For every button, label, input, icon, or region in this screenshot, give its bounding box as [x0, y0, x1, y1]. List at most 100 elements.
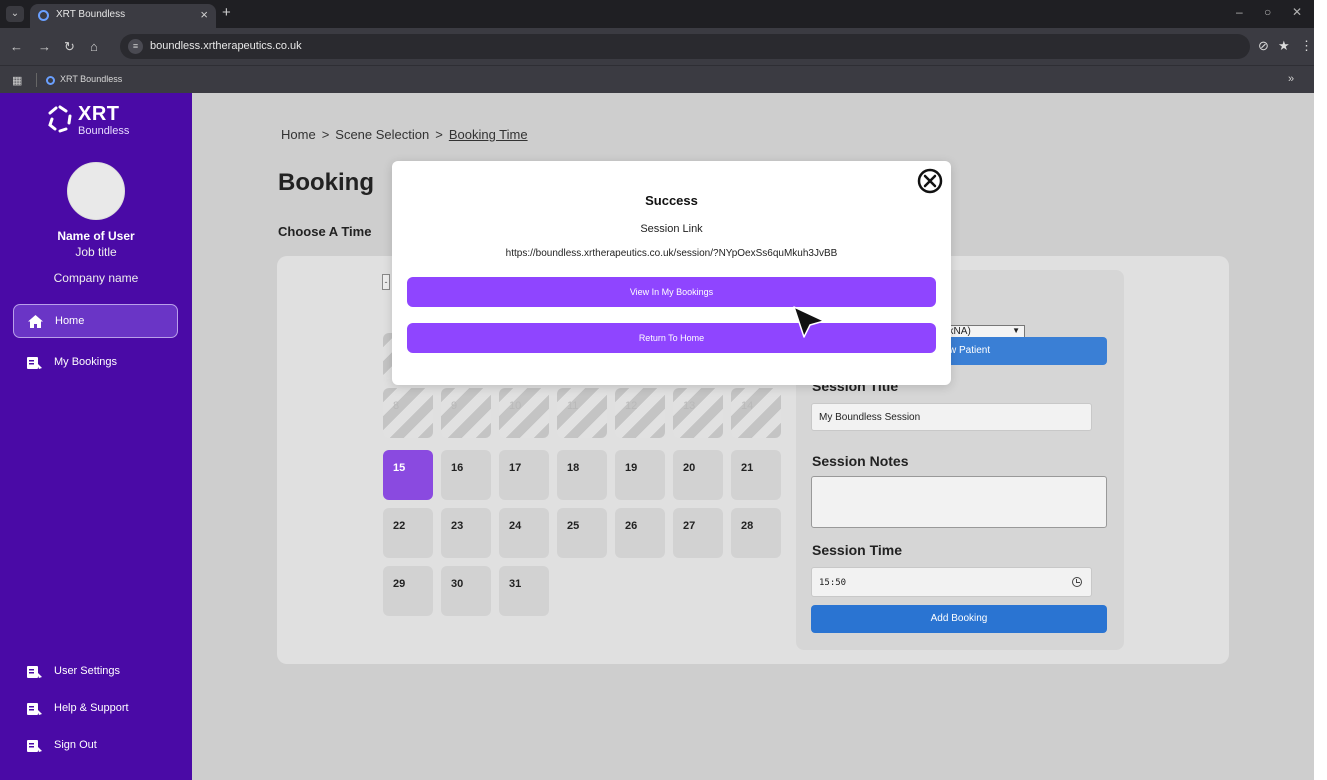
screen: ⌄ XRT Boundless × + – ○ ✕ ← → ↻ ⌂ ≡ boun…: [0, 0, 1327, 780]
view-in-my-bookings-label: View In My Bookings: [629, 287, 714, 297]
calendar-day[interactable]: 25: [557, 508, 607, 558]
new-tab-button[interactable]: +: [222, 4, 231, 21]
calendar-day: 13: [673, 388, 723, 438]
bookmark-star-icon[interactable]: ★: [1278, 38, 1290, 54]
sidebar-item-sign-out[interactable]: Sign Out: [13, 729, 178, 763]
month-selector[interactable]: -: [382, 274, 390, 290]
bookmarks-bar: ▦ XRT Boundless »: [0, 65, 1314, 93]
chevron-down-icon: ▼: [1012, 326, 1020, 335]
session-link-label: Session Link: [640, 223, 703, 235]
maximize-icon[interactable]: ○: [1264, 5, 1271, 19]
calendar-day[interactable]: 27: [673, 508, 723, 558]
session-title-input[interactable]: My Boundless Session: [811, 403, 1092, 431]
calendar-day[interactable]: 24: [499, 508, 549, 558]
calendar-day[interactable]: 29: [383, 566, 433, 616]
tab-close-icon[interactable]: ×: [200, 7, 208, 22]
add-booking-button[interactable]: Add Booking: [811, 605, 1107, 633]
tracking-eye-icon[interactable]: ⊘: [1258, 38, 1269, 54]
forward-icon[interactable]: →: [38, 39, 51, 54]
tab-title: XRT Boundless: [56, 9, 126, 20]
sidebar: XRT Boundless Name of User Job title Com…: [0, 93, 192, 780]
home-page-icon[interactable]: ⌂: [90, 39, 98, 54]
user-name: Name of User: [57, 229, 135, 243]
breadcrumb-scene-selection[interactable]: Scene Selection: [335, 127, 429, 142]
choose-time-heading: Choose A Time: [278, 224, 372, 239]
sidebar-item-label: Sign Out: [54, 739, 97, 751]
sidebar-item-label: User Settings: [54, 665, 121, 677]
bookmark-xrt[interactable]: XRT Boundless: [60, 74, 122, 84]
calendar-day: 10: [499, 388, 549, 438]
view-in-my-bookings-button[interactable]: View In My Bookings: [407, 277, 936, 307]
calendar-day[interactable]: 16: [441, 450, 491, 500]
sidebar-item-label: My Bookings: [54, 356, 117, 368]
session-notes-textarea[interactable]: [811, 476, 1107, 528]
calendar-day[interactable]: 22: [383, 508, 433, 558]
clock-icon[interactable]: [1072, 577, 1082, 587]
user-company: Company name: [53, 271, 139, 285]
calendar-day[interactable]: 30: [441, 566, 491, 616]
sidebar-item-home[interactable]: Home: [13, 304, 178, 338]
browser-tab[interactable]: XRT Boundless ×: [30, 4, 216, 28]
return-to-home-label: Return To Home: [638, 333, 705, 343]
sidebar-item-label: Home: [55, 315, 85, 327]
mouse-cursor-icon: [793, 306, 825, 338]
calendar-day-selected[interactable]: 15: [383, 450, 433, 500]
window-close-icon[interactable]: ✕: [1292, 5, 1302, 19]
session-time-input[interactable]: 15:50: [811, 567, 1092, 597]
bookmarks-more-icon[interactable]: »: [1288, 73, 1294, 85]
calendar-day[interactable]: 31: [499, 566, 549, 616]
calendar-day[interactable]: 17: [499, 450, 549, 500]
sidebar-item-user-settings[interactable]: User Settings: [13, 655, 178, 689]
apps-grid-icon[interactable]: ▦: [12, 74, 22, 87]
return-to-home-button[interactable]: Return To Home: [407, 323, 936, 353]
minimize-icon[interactable]: –: [1236, 5, 1243, 19]
breadcrumb-separator: >: [321, 127, 330, 142]
logo-text: XRT: [78, 103, 120, 125]
session-link-url[interactable]: https://boundless.xrtherapeutics.co.uk/s…: [392, 248, 951, 259]
calendar-day[interactable]: 18: [557, 450, 607, 500]
sidebar-item-help-support[interactable]: Help & Support: [13, 692, 178, 726]
new-patient-label: w Patient: [949, 345, 991, 356]
bookmark-favicon-icon: [46, 76, 55, 85]
breadcrumb-home[interactable]: Home: [281, 127, 316, 142]
window-edge: [1314, 0, 1327, 780]
site-info-icon[interactable]: ≡: [128, 39, 143, 54]
calendar-day[interactable]: 28: [731, 508, 781, 558]
sign-out-icon: [27, 740, 42, 752]
logo-subtext: Boundless: [78, 125, 130, 137]
session-notes-label: Session Notes: [812, 453, 909, 469]
calendar-day[interactable]: 23: [441, 508, 491, 558]
url-text: boundless.xrtherapeutics.co.uk: [150, 40, 302, 52]
breadcrumb: Home > Scene Selection > Booking Time: [281, 127, 528, 142]
home-icon: [28, 315, 43, 328]
session-time-value: 15:50: [819, 578, 847, 588]
calendar-day[interactable]: 19: [615, 450, 665, 500]
calendar-day[interactable]: 21: [731, 450, 781, 500]
page-title: Booking: [278, 169, 374, 196]
address-bar-row: ← → ↻ ⌂ ≡ boundless.xrtherapeutics.co.uk…: [0, 28, 1314, 65]
success-modal: Success Session Link https://boundless.x…: [392, 161, 951, 385]
calendar-day[interactable]: 20: [673, 450, 723, 500]
logo-mark-icon: [48, 105, 72, 133]
avatar[interactable]: [67, 162, 125, 220]
xrt-logo[interactable]: XRT Boundless: [46, 101, 156, 145]
calendar-day: 14: [731, 388, 781, 438]
sidebar-item-my-bookings[interactable]: My Bookings: [13, 346, 178, 380]
reload-icon[interactable]: ↻: [64, 39, 75, 55]
browser-menu-icon[interactable]: ⋮: [1300, 38, 1313, 54]
page-content: XRT Boundless Name of User Job title Com…: [0, 93, 1314, 780]
sidebar-item-label: Help & Support: [54, 702, 129, 714]
back-icon[interactable]: ←: [10, 39, 23, 54]
bookings-icon: [27, 357, 42, 369]
url-field[interactable]: ≡ boundless.xrtherapeutics.co.uk: [120, 34, 1250, 59]
session-time-label: Session Time: [812, 542, 903, 558]
tab-search-icon[interactable]: ⌄: [6, 6, 24, 22]
breadcrumb-booking-time[interactable]: Booking Time: [449, 127, 528, 142]
calendar-day: 8: [383, 388, 433, 438]
add-booking-label: Add Booking: [930, 613, 988, 624]
close-icon[interactable]: [916, 167, 944, 195]
bookmarks-divider: [36, 73, 37, 87]
calendar-day: 9: [441, 388, 491, 438]
calendar-day[interactable]: 26: [615, 508, 665, 558]
breadcrumb-separator: >: [435, 127, 443, 142]
